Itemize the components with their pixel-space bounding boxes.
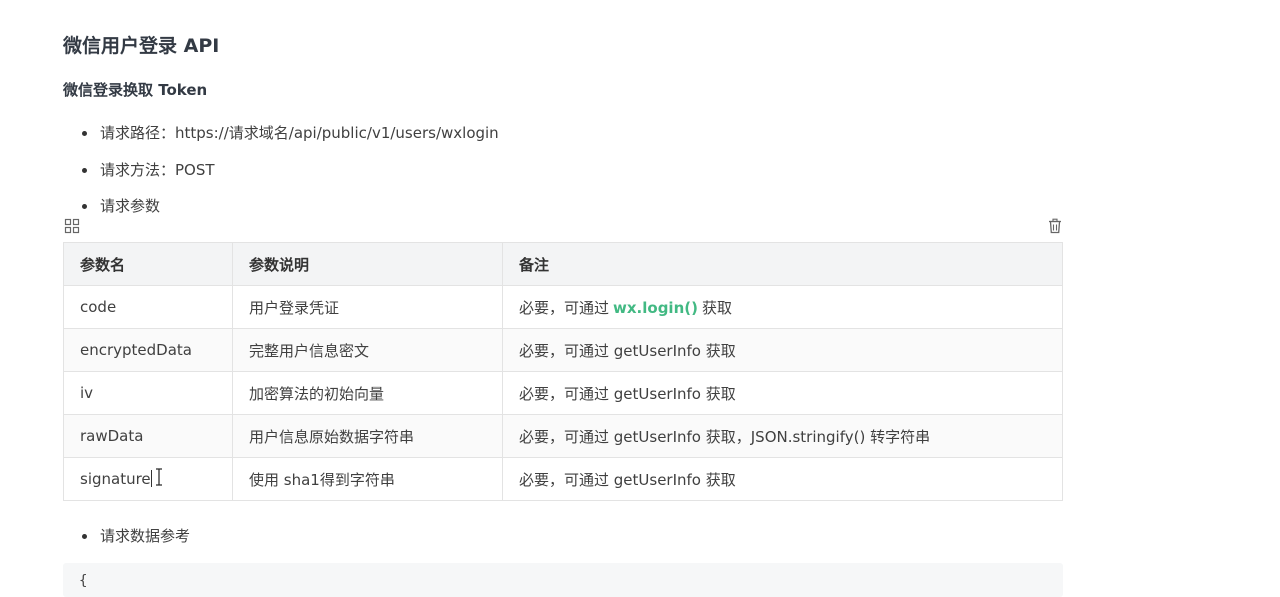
bullet-dot: [82, 131, 87, 136]
params-table: 参数名 参数说明 备注 code 用户登录凭证 必要，可通过 wx.login()…: [63, 242, 1063, 501]
param-name-cell[interactable]: encryptedData: [63, 328, 233, 372]
section-title: 微信登录换取 Token: [63, 81, 208, 99]
text-caret: [150, 470, 152, 487]
param-name-cell[interactable]: rawData: [63, 414, 233, 458]
note-cell[interactable]: 必要，可通过 getUserInfo 获取，JSON.stringify() 转…: [502, 414, 1063, 458]
document-page: 微信用户登录 API 微信登录换取 Token 请求路径：https://请求域…: [0, 0, 1280, 597]
note-cell[interactable]: 必要，可通过 getUserInfo 获取: [502, 328, 1063, 372]
bullet-dot: [82, 534, 87, 539]
param-desc-cell[interactable]: 使用 sha1得到字符串: [232, 457, 503, 501]
request-path-text: 请求路径：https://请求域名/api/public/v1/users/wx…: [100, 124, 499, 142]
table-row: encryptedData 完整用户信息密文 必要，可通过 getUserInf…: [63, 328, 1063, 372]
header-param-desc: 参数说明: [232, 242, 503, 286]
request-method-text: 请求方法：POST: [100, 161, 215, 179]
note-cell[interactable]: 必要，可通过 getUserInfo 获取: [502, 457, 1063, 501]
param-desc-cell[interactable]: 加密算法的初始向量: [232, 371, 503, 415]
inline-code: wx.login(): [613, 298, 698, 317]
note-cell[interactable]: 必要，可通过 getUserInfo 获取: [502, 371, 1063, 415]
page-title: 微信用户登录 API: [63, 35, 220, 57]
request-params-text: 请求参数: [100, 197, 161, 215]
bullet-dot: [82, 204, 87, 209]
header-param-name: 参数名: [63, 242, 233, 286]
note-suffix: 获取: [701, 298, 732, 317]
grid-icon[interactable]: [64, 218, 80, 234]
param-desc-cell[interactable]: 用户登录凭证: [232, 285, 503, 329]
param-name-cell[interactable]: iv: [63, 371, 233, 415]
table-row: signature 使用 sha1得到字符串 必要，可通过 getUserInf…: [63, 457, 1063, 501]
table-row: iv 加密算法的初始向量 必要，可通过 getUserInfo 获取: [63, 371, 1063, 415]
table-row: code 用户登录凭证 必要，可通过 wx.login() 获取: [63, 285, 1063, 329]
header-note: 备注: [502, 242, 1063, 286]
note-cell[interactable]: 必要，可通过 wx.login() 获取: [502, 285, 1063, 329]
bullet-dot: [82, 168, 87, 173]
param-desc-cell[interactable]: 完整用户信息密文: [232, 328, 503, 372]
table-header-row: 参数名 参数说明 备注: [63, 242, 1063, 286]
param-name-cell[interactable]: signature: [63, 457, 233, 501]
table-row: rawData 用户信息原始数据字符串 必要，可通过 getUserInfo 获…: [63, 414, 1063, 458]
cell-text: signature: [80, 470, 151, 488]
code-line: {: [79, 573, 88, 589]
param-name-cell[interactable]: code: [63, 285, 233, 329]
note-prefix: 必要，可通过: [519, 298, 610, 317]
param-desc-cell[interactable]: 用户信息原始数据字符串: [232, 414, 503, 458]
text-cursor-icon: [155, 468, 163, 486]
code-block[interactable]: {: [63, 563, 1063, 597]
request-reference-text: 请求数据参考: [100, 527, 191, 545]
trash-icon[interactable]: [1047, 218, 1063, 234]
